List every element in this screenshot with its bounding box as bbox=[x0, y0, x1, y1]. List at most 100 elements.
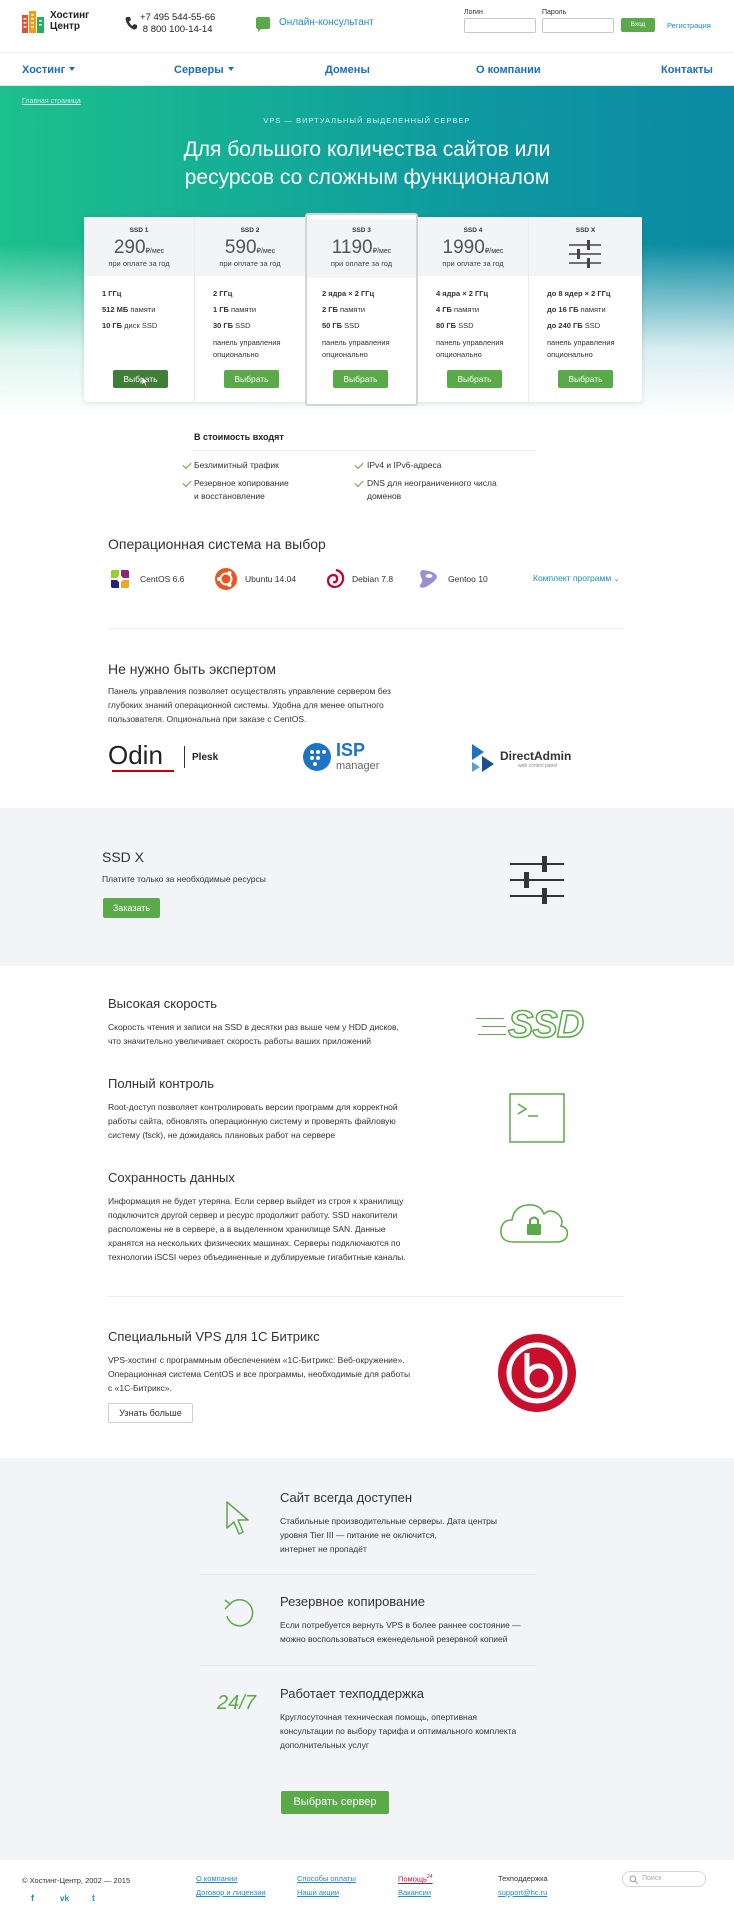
panel-title: Не нужно быть экспертом bbox=[108, 661, 277, 677]
phone-2[interactable]: 8 800 100-14-14 bbox=[140, 24, 215, 36]
plan-spec-cpu: 4 ядра × 2 ГГц bbox=[436, 289, 488, 298]
ssdx-section bbox=[0, 808, 734, 966]
select-plan-button[interactable]: Выбрать bbox=[333, 370, 388, 388]
speed-line bbox=[476, 1018, 504, 1019]
panel-description-line: Панель управления позволяет осуществлять… bbox=[108, 686, 391, 696]
footer-link-help[interactable]: Помощь24 bbox=[398, 1874, 433, 1884]
online-consultant-link[interactable]: Онлайн-консультант bbox=[279, 17, 374, 28]
plan-price-value: 1990 bbox=[442, 237, 485, 258]
twitter-icon[interactable]: t bbox=[92, 1893, 95, 1903]
os-centos[interactable]: CentOS 6.6 bbox=[140, 574, 184, 584]
gentoo-icon[interactable] bbox=[416, 567, 440, 591]
hero-title-line-2: ресурсов со сложным функционалом bbox=[184, 166, 550, 189]
bitrix-title: Специальный VPS для 1С Битрикс bbox=[108, 1329, 320, 1344]
benefit-text-line: консультации по выбору тарифа и оптималь… bbox=[280, 1726, 517, 1736]
spec-label: опционально bbox=[436, 350, 482, 359]
login-button[interactable]: Вход bbox=[621, 18, 655, 32]
vk-icon[interactable]: vk bbox=[60, 1894, 69, 1903]
plan-price-unit: ₽/мес bbox=[145, 248, 165, 255]
plan-price: 1190₽/мес bbox=[307, 237, 416, 259]
feature-text: Скорость чтения и записи на SSD в десятк… bbox=[108, 1020, 399, 1048]
learn-more-button[interactable]: Узнать больше bbox=[108, 1403, 193, 1423]
support-email[interactable]: support@hc.ru bbox=[498, 1888, 547, 1897]
feature-text: Информация не будет утеряна. Если сервер… bbox=[108, 1194, 406, 1264]
ssdx-title: SSD X bbox=[102, 849, 145, 865]
directadmin-logo[interactable]: DirectAdmin web control panel bbox=[470, 742, 590, 774]
select-plan-button[interactable]: Выбрать bbox=[558, 370, 613, 388]
login-input[interactable] bbox=[464, 18, 536, 33]
debian-icon[interactable] bbox=[322, 567, 346, 591]
feature-text-line: Скорость чтения и записи на SSD в десятк… bbox=[108, 1022, 399, 1032]
footer-link-jobs[interactable]: Вакансии bbox=[398, 1888, 431, 1897]
odin-plesk-logo[interactable]: Odin Plesk bbox=[108, 740, 228, 774]
caret-down-icon bbox=[227, 67, 234, 71]
plan-spec-panel: панель управления опционально bbox=[322, 337, 390, 361]
footer-link-license[interactable]: Договор и лицензии bbox=[196, 1888, 266, 1897]
isp-text: ISP bbox=[336, 740, 366, 760]
footer-search[interactable]: Поиск bbox=[622, 1871, 706, 1887]
spec-label: панель управления bbox=[322, 338, 390, 347]
benefit-text: Круглосуточная техническая помощь, оперт… bbox=[280, 1710, 516, 1752]
check-icon bbox=[182, 459, 192, 470]
select-plan-button[interactable]: Выбрать bbox=[447, 370, 502, 388]
sliders-icon bbox=[510, 856, 564, 904]
nav-about[interactable]: О компании bbox=[476, 64, 541, 76]
nav-domains[interactable]: Домены bbox=[325, 64, 370, 76]
nav-contacts[interactable]: Контакты bbox=[661, 64, 713, 76]
logo-text[interactable]: Хостинг Центр bbox=[50, 10, 89, 32]
footer-link-help-label: Помощь bbox=[398, 1874, 427, 1884]
benefit-title: Работает техподдержка bbox=[280, 1686, 425, 1701]
nav-hosting-label: Хостинг bbox=[22, 64, 66, 76]
spec-value: 10 ГБ bbox=[102, 321, 123, 330]
ispmanager-logo[interactable]: ISP manager bbox=[302, 740, 392, 774]
centos-icon[interactable] bbox=[108, 567, 132, 591]
password-input[interactable] bbox=[542, 18, 614, 33]
ispmanager-icon bbox=[303, 743, 331, 771]
plan-price-unit: ₽/мес bbox=[484, 248, 504, 255]
nav-hosting[interactable]: Хостинг bbox=[22, 64, 76, 76]
check-icon bbox=[354, 459, 364, 470]
benefit-title: Сайт всегда доступен bbox=[280, 1490, 413, 1505]
bitrix-text: VPS-хостинг с программным обеспечением «… bbox=[108, 1353, 410, 1395]
select-plan-button[interactable]: Выбрать bbox=[224, 370, 279, 388]
benefit-text: Стабильные производительные серверы. Дат… bbox=[280, 1514, 497, 1556]
spec-label: памяти bbox=[451, 305, 480, 314]
breadcrumb-home[interactable]: Главная страница bbox=[22, 98, 81, 105]
directadmin-subtext: web control panel bbox=[518, 763, 558, 769]
feature-title: Сохранность данных bbox=[108, 1170, 235, 1185]
os-ubuntu[interactable]: Ubuntu 14.04 bbox=[245, 574, 296, 584]
benefit-text-line: Круглосуточная техническая помощь, оперт… bbox=[280, 1712, 478, 1722]
nav-servers[interactable]: Серверы bbox=[174, 64, 234, 76]
footer-link-about[interactable]: О компании bbox=[196, 1874, 237, 1883]
choose-server-button[interactable]: Выбрать сервер bbox=[281, 1791, 389, 1814]
spec-label: панель управления bbox=[436, 338, 504, 347]
chat-icon[interactable] bbox=[256, 17, 270, 32]
footer-link-payment[interactable]: Способы оплаты bbox=[297, 1874, 356, 1883]
plan-note: при оплате за год bbox=[219, 259, 281, 268]
building-logo-icon[interactable] bbox=[22, 9, 44, 33]
spec-value: 30 ГБ bbox=[213, 321, 234, 330]
order-ssdx-button[interactable]: Заказать bbox=[103, 898, 160, 918]
footer-link-promos[interactable]: Наши акции bbox=[297, 1888, 339, 1897]
register-link[interactable]: Регистрация bbox=[667, 21, 711, 30]
phone-1[interactable]: +7 495 544-55-66 bbox=[140, 12, 215, 24]
select-plan-button[interactable]: Выбрать bbox=[113, 370, 168, 388]
plan-note: при оплате за год bbox=[442, 259, 504, 268]
spec-label: панель управления bbox=[213, 338, 281, 347]
search-icon bbox=[629, 1875, 638, 1884]
facebook-icon[interactable]: f bbox=[31, 1893, 34, 1903]
spec-label: опционально bbox=[322, 350, 368, 359]
cloud-lock-icon bbox=[500, 1204, 569, 1243]
logo-line-2: Центр bbox=[50, 21, 81, 32]
feature-text-line: подключится другой сервер и ресурс продо… bbox=[108, 1210, 398, 1220]
ubuntu-icon[interactable] bbox=[214, 567, 238, 591]
help-badge: 24 bbox=[426, 1874, 433, 1880]
software-bundle-link[interactable]: Комплект программ ⌄ bbox=[533, 573, 619, 583]
os-debian[interactable]: Debian 7.8 bbox=[352, 574, 393, 584]
os-gentoo[interactable]: Gentoo 10 bbox=[448, 574, 488, 584]
plan-spec-cpu: до 8 ядер × 2 ГГц bbox=[547, 289, 611, 298]
spec-value: 4 ядра × 2 ГГц bbox=[436, 289, 489, 298]
plan-spec-cpu: 2 ядра × 2 ГГц bbox=[322, 289, 374, 298]
divider bbox=[194, 450, 536, 451]
divider bbox=[200, 1665, 536, 1666]
